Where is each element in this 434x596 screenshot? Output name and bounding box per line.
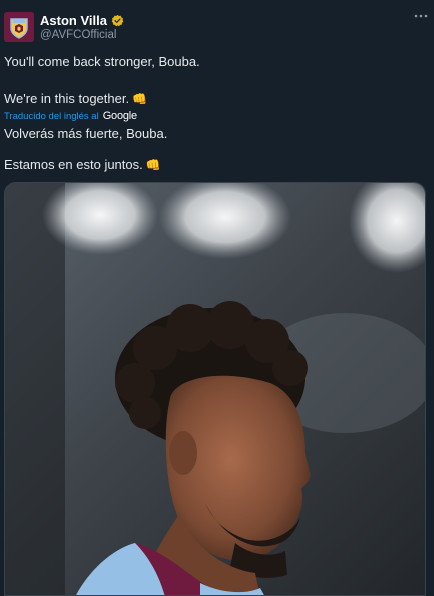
fist-bump-emoji: 👊 xyxy=(132,92,148,106)
player-portrait-image xyxy=(5,183,425,595)
google-logo: Google xyxy=(102,110,137,122)
avatar[interactable] xyxy=(4,12,34,42)
translation-label[interactable]: Traducido del inglés al xyxy=(4,111,99,122)
translated-text: Volverás más fuerte, Bouba. xyxy=(4,126,168,141)
author-name-row: Aston Villa xyxy=(40,11,124,29)
translated-text-line-2: Estamos en esto juntos. 👊 xyxy=(4,157,161,173)
author-display-name[interactable]: Aston Villa xyxy=(40,13,107,28)
author-handle[interactable]: @AVFCOfficial xyxy=(40,29,116,41)
ellipsis-icon xyxy=(414,14,428,18)
tweet-text-line-2: We're in this together. 👊 xyxy=(4,91,147,107)
more-options-icon[interactable] xyxy=(413,8,429,24)
tweet-text-line-1: You'll come back stronger, Bouba. xyxy=(4,54,200,70)
tweet-media-photo[interactable] xyxy=(4,182,426,596)
translation-attribution[interactable]: Traducido del inglés al Google xyxy=(4,109,137,123)
translated-text-line-1: Volverás más fuerte, Bouba. xyxy=(4,126,167,142)
fist-bump-emoji: 👊 xyxy=(145,158,161,172)
verified-badge-icon[interactable] xyxy=(111,14,124,27)
club-crest-icon xyxy=(4,12,34,42)
translated-text: Estamos en esto juntos. xyxy=(4,157,143,172)
tweet-text: You'll come back stronger, Bouba. xyxy=(4,54,200,69)
tweet-text: We're in this together. xyxy=(4,91,130,106)
